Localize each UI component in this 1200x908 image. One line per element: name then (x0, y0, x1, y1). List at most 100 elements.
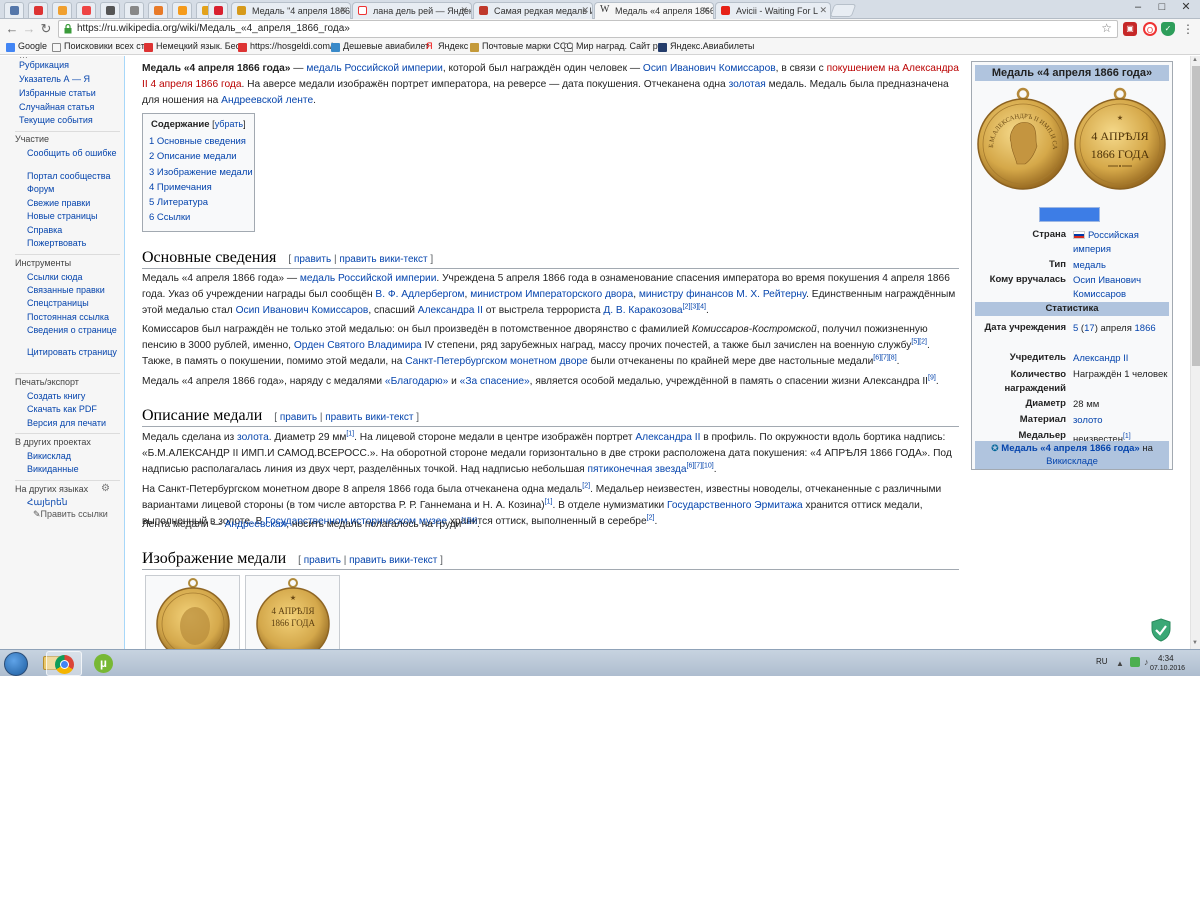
sidebar-item-permanent-link[interactable]: Постоянная ссылка (27, 312, 109, 322)
toc-item[interactable]: 5 Литература (149, 195, 254, 210)
sidebar-item-wikidata[interactable]: Викиданные (27, 464, 79, 474)
sidebar-item-download-pdf[interactable]: Скачать как PDF (27, 404, 97, 414)
toc-item[interactable]: 4 Примечания (149, 180, 254, 195)
link[interactable]: Осип Иванович Комиссаров (236, 305, 369, 316)
forward-arrow-icon[interactable]: → (21, 21, 37, 37)
medal-reverse-image[interactable]: ★ 4 АПРѢЛЯ 1866 ГОДА (1072, 84, 1168, 196)
browser-tab[interactable]: лана дель рей — Яндек ✕ (352, 2, 472, 19)
link[interactable]: 17 (1084, 323, 1095, 334)
link[interactable]: Медаль «4 апреля 1866 года» (1001, 443, 1139, 454)
toc-toggle[interactable]: [убрать] (212, 119, 245, 129)
footnote-link[interactable]: [1] (1123, 433, 1131, 440)
pinned-tab[interactable] (28, 2, 48, 18)
toc-item[interactable]: 3 Изображение медали (149, 165, 254, 180)
link[interactable]: медаль Российской империи (306, 63, 443, 74)
network-icon[interactable] (1130, 657, 1140, 667)
edit-link[interactable]: править (280, 412, 317, 423)
sidebar-item-what-links-here[interactable]: Ссылки сюда (27, 272, 83, 282)
link[interactable]: Александр II (1073, 353, 1128, 364)
link[interactable]: Андреевская (225, 519, 287, 530)
pinned-tab[interactable] (4, 2, 24, 18)
sidebar-item-rubrication[interactable]: Рубрикация (19, 60, 69, 70)
bookmark-item[interactable]: Google (6, 41, 47, 52)
gallery-item[interactable]: ★ 4 АПРѢЛЯ 1866 ГОДА (245, 575, 340, 649)
sidebar-item-community-portal[interactable]: Портал сообщества (27, 171, 110, 181)
link[interactable]: Осип Иванович Комиссаров (643, 63, 776, 74)
pinned-tab[interactable] (124, 2, 144, 18)
sidebar-item-forum[interactable]: Форум (27, 184, 54, 194)
link[interactable]: «Благодарю» (385, 376, 448, 387)
footnote-link[interactable]: [1] (346, 431, 354, 438)
new-tab-button[interactable] (829, 4, 857, 17)
scrollbar-thumb[interactable] (1192, 66, 1200, 366)
bookmark-item[interactable]: Я Яндекс (426, 41, 468, 51)
browser-tab[interactable]: Медаль "4 апреля 1866 ✕ (231, 2, 351, 19)
link[interactable]: Орден Святого Владимира (294, 340, 422, 351)
browser-tab[interactable]: Самая редкая медаль И ✕ (473, 2, 593, 19)
edit-link[interactable]: править (304, 555, 341, 566)
pinned-tab[interactable] (148, 2, 168, 18)
link[interactable]: «За спасение» (460, 376, 530, 387)
scroll-up-icon[interactable]: ▲ (1192, 57, 1198, 63)
sidebar-item-related-changes[interactable]: Связанные правки (27, 285, 105, 295)
sidebar-item-donate[interactable]: Пожертвовать (27, 238, 86, 248)
clock-date[interactable]: 07.10.2016 (1150, 665, 1185, 672)
link[interactable]: министру финансов (639, 289, 734, 300)
close-tab-icon[interactable]: ✕ (581, 5, 589, 16)
toc-item[interactable]: 1 Основные сведения (149, 134, 254, 149)
utorrent-taskbar-icon[interactable]: µ (86, 651, 122, 676)
extension-icon[interactable]: ▣ (1123, 22, 1137, 36)
scroll-down-icon[interactable]: ▼ (1192, 640, 1198, 646)
toc-item[interactable]: 2 Описание медали (149, 149, 254, 164)
link[interactable]: Санкт-Петербургском монетном дворе (405, 356, 588, 367)
link[interactable]: медаль (1073, 260, 1106, 271)
bookmark-item[interactable]: Яндекс.Авиабилеты (658, 41, 754, 52)
toc-item[interactable]: 6 Ссылки (149, 210, 254, 225)
sidebar-item-language-hy[interactable]: Հայերեն (27, 497, 67, 508)
menu-icon[interactable]: ⋮ (1181, 22, 1195, 36)
sidebar-item-index[interactable]: Указатель А — Я (19, 74, 90, 84)
gear-icon[interactable]: ⚙ (101, 483, 110, 494)
sidebar-item-create-book[interactable]: Создать книгу (27, 391, 85, 401)
edit-link[interactable]: править (294, 254, 331, 265)
bookmark-item[interactable]: Дешевые авиабилет (331, 41, 429, 52)
link[interactable]: золотая (729, 79, 766, 90)
language-indicator[interactable]: RU (1096, 657, 1108, 666)
footnote-link[interactable]: [1] (545, 498, 553, 505)
footnote-link[interactable]: [2][3][4] (683, 303, 706, 310)
link[interactable]: золото (1073, 415, 1103, 426)
link[interactable]: М. Х. Рейтерну (736, 289, 806, 300)
address-bar[interactable]: https://ru.wikipedia.org/wiki/Медаль_«4_… (58, 20, 1118, 38)
close-tab-icon[interactable]: ✕ (819, 5, 827, 16)
pinned-tab[interactable] (172, 2, 192, 18)
back-arrow-icon[interactable]: ← (4, 21, 20, 37)
sidebar-item-printable[interactable]: Версия для печати (27, 418, 106, 428)
footnote-link[interactable]: [6][7][8] (873, 354, 896, 361)
clock-time[interactable]: 4:34 (1158, 654, 1174, 663)
link[interactable]: Александра II (418, 305, 483, 316)
shield-icon[interactable] (1150, 618, 1172, 642)
maximize-window-icon[interactable]: □ (1150, 0, 1174, 17)
shield-extension-icon[interactable]: ✓ (1161, 22, 1175, 36)
link[interactable]: пятиконечная звезда (588, 464, 687, 475)
link[interactable]: Александра II (635, 432, 700, 443)
footnote-link[interactable]: [5][2] (911, 338, 927, 345)
footnote-link[interactable]: [9] (928, 375, 936, 382)
volume-icon[interactable]: ♪ (1144, 657, 1149, 667)
bookmark-item[interactable]: Немецкий язык. Бес (144, 41, 240, 52)
edit-source-link[interactable]: править вики-текст (349, 555, 437, 566)
pinned-tab[interactable] (52, 2, 72, 18)
link[interactable]: Викискладе (1046, 456, 1098, 467)
close-tab-icon[interactable]: ✕ (702, 5, 710, 16)
sidebar-item-featured[interactable]: Избранные статьи (19, 88, 96, 98)
sidebar-item-page-info[interactable]: Сведения о странице (27, 326, 117, 335)
link[interactable]: министром Императорского двора (470, 289, 633, 300)
pinned-tab[interactable] (208, 2, 228, 18)
link[interactable]: медаль Российской империи (300, 273, 437, 284)
close-window-icon[interactable]: ✕ (1174, 0, 1198, 17)
chrome-taskbar-icon[interactable] (46, 651, 82, 676)
start-button[interactable] (4, 652, 28, 676)
link[interactable]: Осип Иванович Комиссаров (1073, 275, 1141, 300)
link[interactable]: В. Ф. Адлербергом (375, 289, 464, 300)
bookmark-item[interactable]: https://hosgeldi.com/ (238, 41, 333, 52)
